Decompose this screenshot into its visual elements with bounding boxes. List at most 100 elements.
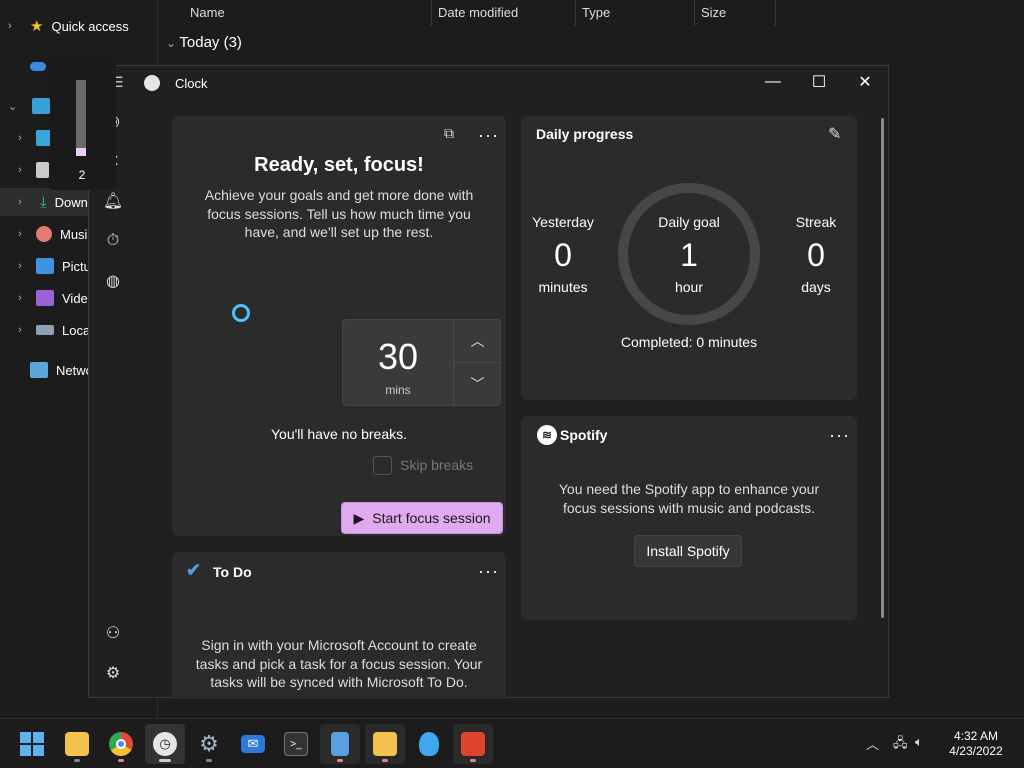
windows-logo-icon — [20, 732, 44, 756]
tray-date: 4/23/2022 — [949, 744, 1003, 758]
daily-progress-card: Daily progress ✎ Yesterday 0 minutes Dai… — [521, 116, 857, 400]
daily-progress-title: Daily progress — [536, 126, 634, 142]
taskbar-onedrive-folder[interactable] — [365, 724, 405, 764]
chevron-right-icon: › — [18, 132, 22, 144]
terminal-icon: >_ — [284, 732, 308, 756]
yesterday-label: Yesterday — [532, 214, 594, 230]
yesterday-value: 0 — [554, 237, 572, 273]
nav-label: Down — [54, 194, 88, 210]
daily-goal-label: Daily goal — [658, 214, 720, 230]
taskbar-notepad[interactable] — [320, 724, 360, 764]
increase-duration-button[interactable]: ︿ — [454, 320, 501, 362]
taskbar: ◷ ⚙ ✉ >_ ︿ 🖧︎ 🔈︎ 4:32 AM 4/23/2022 — [0, 718, 1024, 768]
volume-flyout: 2 — [50, 60, 116, 190]
tray-time: 4:32 AM — [953, 729, 999, 743]
pictures-icon — [36, 258, 54, 274]
account-icon[interactable]: ⚇ — [99, 619, 127, 647]
group-header[interactable]: ⌄ Today (3) — [166, 34, 242, 51]
todo-title: To Do — [213, 564, 252, 580]
streak-label: Streak — [795, 214, 837, 230]
lightbulb-icon — [419, 732, 439, 756]
install-spotify-button[interactable]: Install Spotify — [634, 535, 742, 567]
more-options-icon[interactable]: ··· — [829, 426, 850, 444]
taskbar-mail[interactable]: ✉ — [233, 724, 273, 764]
stopwatch-icon[interactable]: ⏱︎ — [99, 227, 127, 255]
taskbar-file-explorer[interactable] — [57, 724, 97, 764]
focus-title: Ready, set, focus! — [254, 154, 424, 176]
notepad-icon — [331, 732, 349, 756]
nav-quick-access[interactable]: › ★ Quick access — [0, 12, 158, 40]
volume-slider[interactable] — [76, 80, 86, 156]
spotify-card: ≋ Spotify ··· You need the Spotify app t… — [521, 416, 857, 620]
network-icon — [30, 362, 48, 378]
edit-pencil-icon[interactable]: ✎ — [828, 124, 841, 144]
chevron-right-icon: › — [18, 324, 22, 336]
clock-app-icon — [144, 75, 160, 91]
videos-icon — [36, 290, 54, 306]
scrollbar[interactable] — [881, 118, 884, 618]
title-bar[interactable]: ☰ Clock — ☐ ✕ — [89, 66, 888, 101]
chevron-down-icon: ⌄ — [8, 100, 18, 113]
taskbar-clock[interactable]: ◷ — [145, 724, 185, 764]
network-icon[interactable]: 🖧︎ — [893, 734, 908, 756]
duration-picker[interactable]: 30 mins ︿ ﹀ — [342, 319, 501, 406]
start-button[interactable] — [12, 724, 52, 764]
completed-text: Completed: 0 minutes — [620, 334, 758, 350]
speaker-icon[interactable]: 🔈︎ — [915, 734, 923, 750]
star-icon: ★ — [30, 18, 44, 35]
streak-unit: days — [801, 279, 831, 295]
window-title: Clock — [175, 76, 208, 91]
world-clock-icon[interactable]: ◍ — [99, 267, 127, 295]
clock-icon: ◷ — [153, 732, 177, 756]
clock-window: ☰ Clock — ☐ ✕ ◉ ⧖ 🔔︎ ⏱︎ ◍ ⚇ ⚙ ⧉ ··· Read… — [88, 65, 889, 699]
start-label: Start focus session — [372, 510, 491, 526]
this-pc-icon — [32, 98, 50, 114]
nav-label: Quick access — [51, 18, 129, 34]
chevron-down-icon: ⌄ — [166, 36, 180, 50]
tray-clock[interactable]: 4:32 AM 4/23/2022 — [936, 729, 1016, 759]
chevron-right-icon: › — [18, 196, 22, 208]
mail-icon: ✉ — [241, 735, 265, 753]
maximize-button[interactable]: ☐ — [796, 66, 842, 98]
more-options-icon[interactable]: ··· — [478, 562, 499, 580]
taskbar-terminal[interactable]: >_ — [276, 724, 316, 764]
group-label: Today (3) — [179, 34, 242, 51]
spotify-brand: Spotify — [560, 427, 608, 443]
start-focus-session-button[interactable]: ▶ Start focus session — [341, 502, 503, 534]
taskbar-settings[interactable]: ⚙ — [189, 724, 229, 764]
chevron-right-icon: › — [18, 292, 22, 304]
close-button[interactable]: ✕ — [842, 66, 888, 98]
decrease-duration-button[interactable]: ﹀ — [454, 363, 501, 405]
office-icon — [461, 732, 485, 756]
daily-goal-value: 1 — [680, 237, 698, 273]
breaks-text: You'll have no breaks. — [270, 426, 408, 442]
drive-icon — [36, 325, 54, 335]
column-date-modified[interactable]: Date modified — [432, 0, 576, 26]
chevron-right-icon: › — [18, 228, 22, 240]
folder-icon — [65, 732, 89, 756]
more-options-icon[interactable]: ··· — [478, 126, 499, 144]
chevron-right-icon: › — [18, 164, 22, 176]
settings-icon[interactable]: ⚙ — [99, 659, 127, 687]
duration-value[interactable]: 30 — [343, 336, 453, 378]
music-icon — [36, 226, 52, 242]
column-type[interactable]: Type — [576, 0, 695, 26]
chevron-right-icon: › — [18, 260, 22, 272]
skip-breaks-label[interactable]: Skip breaks — [400, 457, 473, 473]
spotify-logo-icon: ≋ — [537, 425, 557, 445]
show-hidden-icons-icon[interactable]: ︿ — [866, 734, 879, 753]
alarm-icon[interactable]: 🔔︎ — [99, 187, 127, 215]
column-name[interactable]: Name — [184, 0, 432, 26]
focus-description: Achieve your goals and get more done wit… — [204, 187, 474, 240]
todo-check-icon: ✔ — [186, 560, 202, 580]
todo-message: Sign in with your Microsoft Account to c… — [195, 637, 483, 690]
taskbar-tips[interactable] — [409, 724, 449, 764]
documents-icon — [36, 162, 49, 178]
yesterday-unit: minutes — [538, 279, 588, 295]
taskbar-chrome[interactable] — [101, 724, 141, 764]
taskbar-office[interactable] — [453, 724, 493, 764]
column-size[interactable]: Size — [695, 0, 776, 26]
skip-breaks-checkbox[interactable] — [373, 456, 392, 475]
minimize-button[interactable]: — — [750, 66, 796, 98]
compact-overlay-icon[interactable]: ⧉ — [444, 125, 454, 142]
